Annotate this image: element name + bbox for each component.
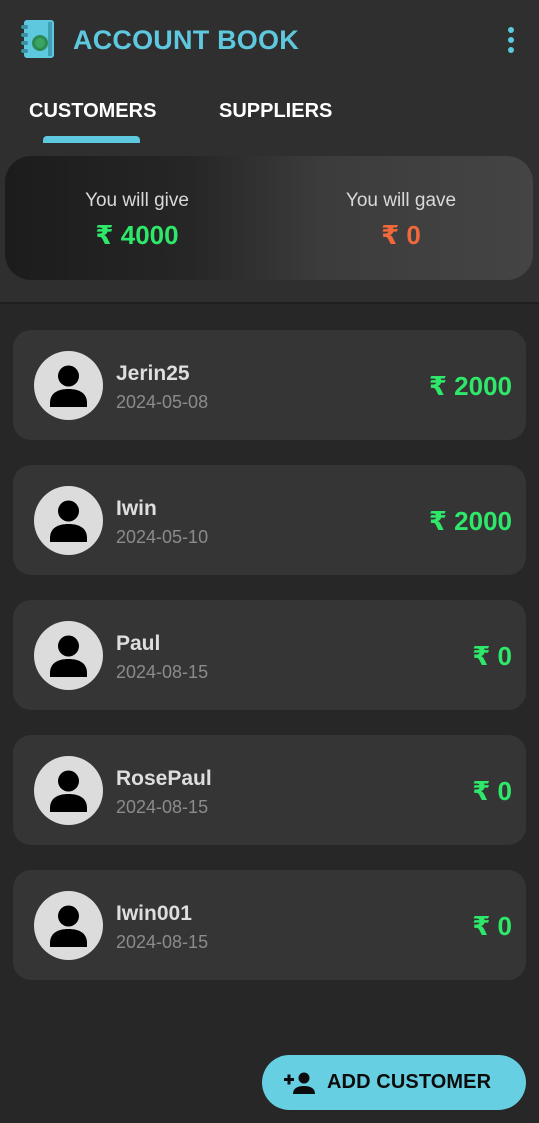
avatar-icon bbox=[34, 351, 103, 420]
customer-date: 2024-05-08 bbox=[116, 392, 209, 412]
tab-suppliers[interactable]: SUPPLIERS bbox=[219, 100, 332, 123]
customer-amount: ₹ 2000 bbox=[428, 371, 512, 401]
customer-amount: ₹ 2000 bbox=[428, 506, 512, 536]
customer-name: RosePaul bbox=[116, 767, 212, 790]
customer-amount: ₹ 0 bbox=[472, 641, 512, 671]
avatar-icon bbox=[34, 486, 103, 555]
book-icon bbox=[18, 18, 58, 60]
customer-card[interactable]: RosePaul 2024-08-15 ₹ 0 bbox=[13, 735, 526, 845]
add-customer-button[interactable]: ADD CUSTOMER bbox=[262, 1055, 526, 1110]
tab-bar: CUSTOMERS SUPPLIERS bbox=[0, 96, 539, 146]
customer-card[interactable]: Iwin 2024-05-10 ₹ 2000 bbox=[13, 465, 526, 575]
customer-date: 2024-08-15 bbox=[116, 797, 209, 817]
gave-label: You will gave bbox=[345, 190, 457, 211]
customer-amount: ₹ 0 bbox=[472, 776, 512, 806]
app-header: ACCOUNT BOOK bbox=[0, 0, 539, 80]
customer-name: Iwin001 bbox=[116, 902, 192, 925]
person-add-icon bbox=[284, 1071, 316, 1095]
customer-card[interactable]: Iwin001 2024-08-15 ₹ 0 bbox=[13, 870, 526, 980]
tab-customers[interactable]: CUSTOMERS bbox=[29, 100, 156, 123]
customer-list: Jerin25 2024-05-08 ₹ 2000 Iwin 2024-05-1… bbox=[13, 330, 526, 1005]
balance-summary-card: You will give ₹ 4000 You will gave ₹ 0 bbox=[5, 156, 533, 280]
add-customer-label: ADD CUSTOMER bbox=[327, 1071, 492, 1093]
app-title: ACCOUNT BOOK bbox=[73, 25, 299, 55]
customer-name: Paul bbox=[116, 632, 161, 655]
give-summary: You will give ₹ 4000 bbox=[7, 190, 267, 250]
customer-card[interactable]: Jerin25 2024-05-08 ₹ 2000 bbox=[13, 330, 526, 440]
customer-name: Jerin25 bbox=[116, 362, 190, 385]
customer-amount: ₹ 0 bbox=[472, 911, 512, 941]
gave-amount: ₹ 0 bbox=[381, 220, 421, 250]
customer-date: 2024-08-15 bbox=[116, 662, 209, 682]
active-tab-indicator bbox=[43, 136, 140, 143]
top-bar: ACCOUNT BOOK CUSTOMERS SUPPLIERS You wil… bbox=[0, 0, 539, 304]
give-label: You will give bbox=[85, 190, 189, 211]
give-amount: ₹ 4000 bbox=[95, 220, 179, 250]
customer-card[interactable]: Paul 2024-08-15 ₹ 0 bbox=[13, 600, 526, 710]
avatar-icon bbox=[34, 891, 103, 960]
customer-date: 2024-05-10 bbox=[116, 527, 209, 547]
customer-date: 2024-08-15 bbox=[116, 932, 209, 952]
avatar-icon bbox=[34, 756, 103, 825]
customer-name: Iwin bbox=[116, 497, 157, 520]
avatar-icon bbox=[34, 621, 103, 690]
more-vert-icon[interactable] bbox=[505, 27, 517, 53]
gave-summary: You will gave ₹ 0 bbox=[271, 190, 531, 250]
